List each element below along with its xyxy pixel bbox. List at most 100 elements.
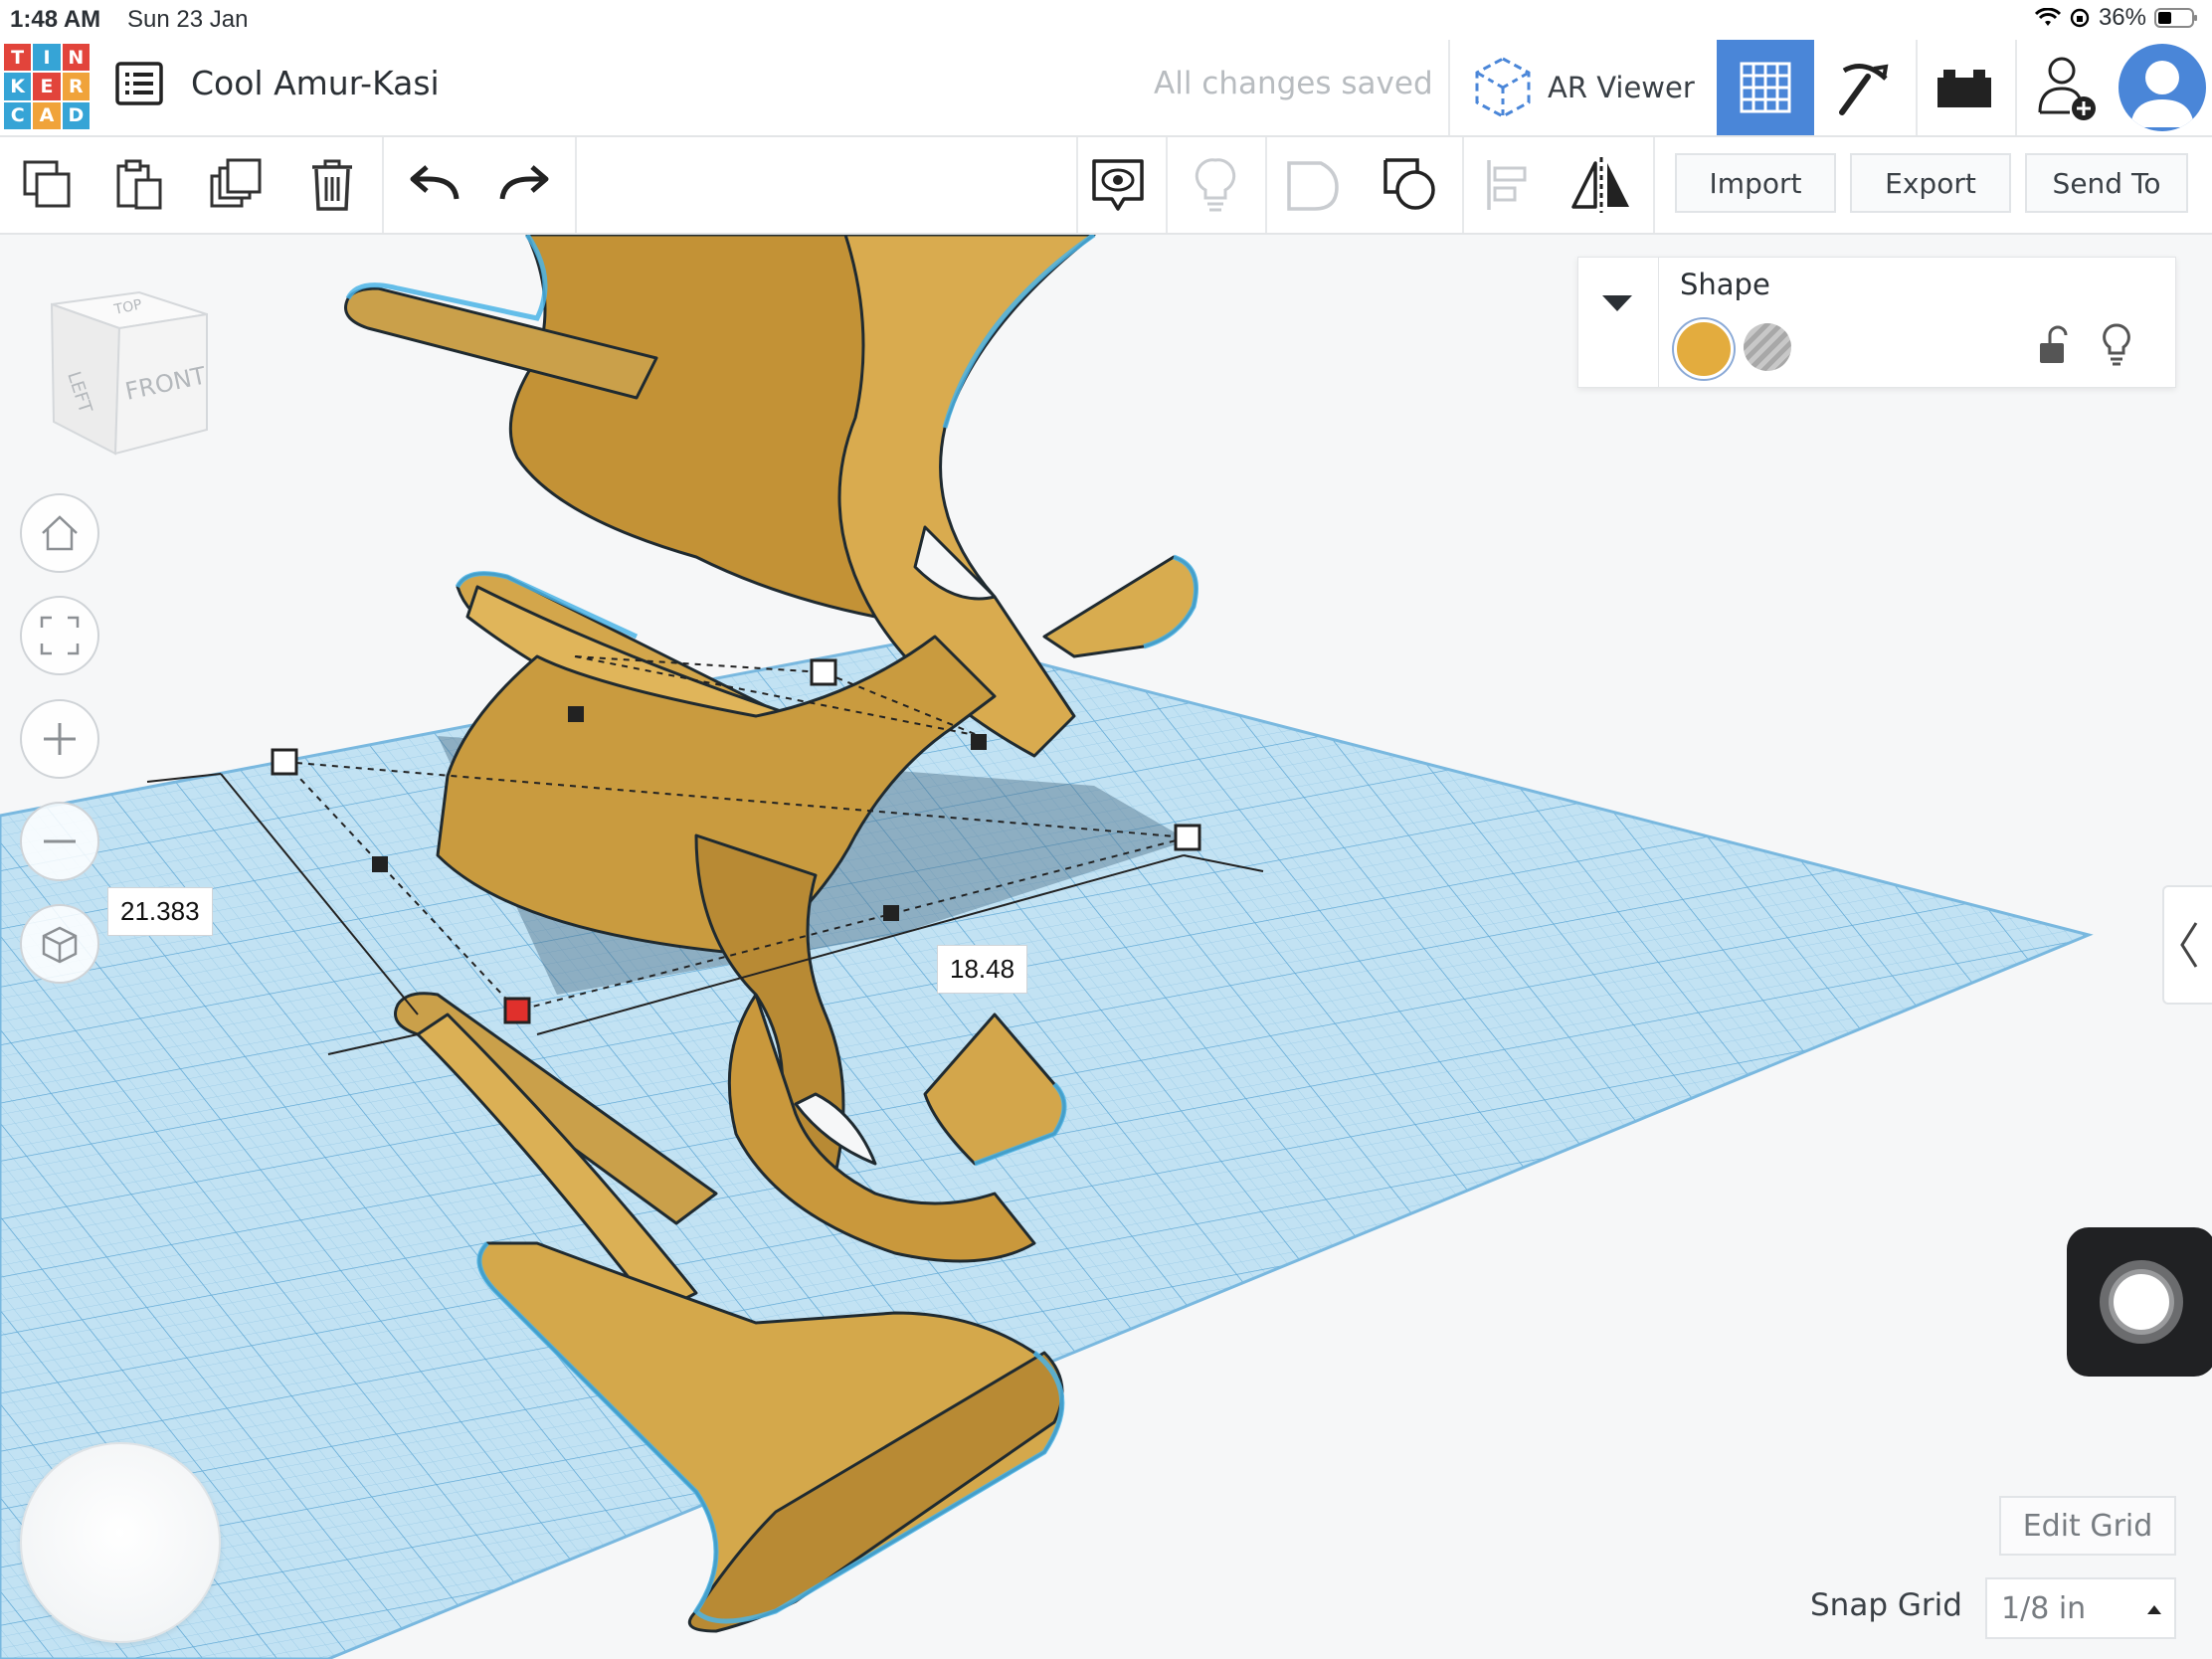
ungroup-button[interactable] xyxy=(1373,147,1448,223)
resize-handle-corner[interactable] xyxy=(810,658,837,686)
invite-user-button[interactable] xyxy=(2017,40,2115,135)
logo-letter: K xyxy=(4,73,32,100)
resize-handle-edge[interactable] xyxy=(372,856,388,872)
resize-handle-edge[interactable] xyxy=(883,905,899,921)
panel-divider xyxy=(1658,258,1659,387)
logo-letter: A xyxy=(33,101,61,129)
duplicate-icon xyxy=(210,158,262,208)
design-title[interactable]: Cool Amur-Kasi xyxy=(191,64,440,102)
shape-panel-title: Shape xyxy=(1680,268,1770,301)
zoom-in-icon xyxy=(44,723,76,755)
resize-handle-corner[interactable] xyxy=(1174,824,1201,851)
3d-workplane-viewport[interactable] xyxy=(0,235,2212,1659)
copy-button[interactable] xyxy=(10,147,86,223)
navigation-joystick[interactable] xyxy=(20,1442,221,1643)
blocks-button[interactable] xyxy=(1816,40,1914,135)
toolbar-divider xyxy=(1166,137,1168,233)
avatar-icon xyxy=(2130,61,2194,127)
home-icon xyxy=(42,515,78,551)
logo-letter: N xyxy=(62,44,90,72)
grid-3d-icon xyxy=(1740,62,1791,113)
triangle-down-icon xyxy=(1602,295,1632,311)
undo-button[interactable] xyxy=(396,147,471,223)
collapse-panel-button[interactable] xyxy=(1600,293,1634,317)
import-button[interactable]: Import xyxy=(1675,153,1836,213)
status-indicators: 36% xyxy=(2034,4,2198,32)
assistive-touch-button[interactable] xyxy=(2067,1227,2212,1377)
logo-letter: I xyxy=(33,44,61,72)
group-button[interactable] xyxy=(1275,147,1351,223)
snap-grid-select[interactable]: 1/8 in xyxy=(1985,1577,2176,1639)
view-cube[interactable]: TOP LEFT FRONT xyxy=(40,284,219,463)
redo-button[interactable] xyxy=(487,147,563,223)
lock-button[interactable] xyxy=(2038,325,2068,369)
paste-button[interactable] xyxy=(101,147,177,223)
assistive-touch-icon xyxy=(2100,1260,2183,1344)
shape-inspector-panel: Shape xyxy=(1577,257,2176,388)
fit-view-icon xyxy=(40,616,80,655)
notes-button[interactable] xyxy=(1080,147,1156,223)
resize-handle-selected[interactable] xyxy=(503,997,531,1024)
tinkercad-logo[interactable]: TIN KER CAD xyxy=(4,44,90,129)
copy-icon xyxy=(23,160,71,208)
redo-icon xyxy=(499,165,549,200)
zoom-out-button[interactable] xyxy=(20,802,99,881)
logo-letter: C xyxy=(4,101,32,129)
design-list-icon xyxy=(115,62,163,105)
3d-design-view-button[interactable] xyxy=(1717,40,1814,135)
header-divider xyxy=(1448,40,1450,135)
home-view-button[interactable] xyxy=(20,493,99,573)
dimension-width-label[interactable]: 21.383 xyxy=(107,887,213,936)
logo-letter: E xyxy=(33,73,61,100)
status-bar: 1:48 AM Sun 23 Jan 36% xyxy=(0,0,2212,40)
group-icon xyxy=(1287,161,1339,211)
design-list-button[interactable] xyxy=(115,62,163,105)
toolbar-divider xyxy=(1076,137,1078,233)
ar-viewer-button[interactable]: AR Viewer xyxy=(1472,56,1711,119)
save-status: All changes saved xyxy=(1154,66,1433,101)
unlock-icon xyxy=(2040,325,2068,363)
snap-grid-label: Snap Grid xyxy=(1810,1587,1962,1623)
dimension-depth-label[interactable]: 18.48 xyxy=(937,945,1028,994)
send-to-button[interactable]: Send To xyxy=(2025,153,2188,213)
light-bulb-icon xyxy=(2103,323,2130,366)
toolbar-divider xyxy=(575,137,577,233)
resize-handle-edge[interactable] xyxy=(568,706,584,722)
expand-side-panel-handle[interactable] xyxy=(2162,885,2212,1005)
logo-letter: T xyxy=(4,44,32,72)
visibility-button[interactable] xyxy=(2102,323,2131,371)
ortho-view-button[interactable] xyxy=(20,904,99,984)
hole-button[interactable] xyxy=(1744,323,1791,371)
zoom-in-button[interactable] xyxy=(20,699,99,779)
mirror-button[interactable] xyxy=(1564,147,1639,223)
duplicate-button[interactable] xyxy=(199,147,275,223)
resize-handle-corner[interactable] xyxy=(271,748,298,776)
solid-color-button[interactable] xyxy=(1674,319,1734,379)
toolbar-divider xyxy=(1653,137,1655,233)
ungroup-icon xyxy=(1383,158,1435,210)
ar-cube-icon xyxy=(1475,57,1531,118)
battery-percent: 36% xyxy=(2098,4,2146,31)
resize-handle-edge[interactable] xyxy=(971,734,987,750)
align-button[interactable] xyxy=(1470,147,1546,223)
light-bulb-button[interactable] xyxy=(1178,147,1253,223)
light-bulb-icon xyxy=(1195,158,1236,212)
battery-icon xyxy=(2154,8,2197,28)
profile-avatar[interactable] xyxy=(2119,44,2206,131)
edit-grid-button[interactable]: Edit Grid xyxy=(1999,1496,2176,1556)
ortho-cube-icon xyxy=(42,926,78,964)
fit-view-button[interactable] xyxy=(20,596,99,675)
bricks-button[interactable] xyxy=(1916,40,2013,135)
bricks-icon xyxy=(1937,70,1991,107)
status-date: Sun 23 Jan xyxy=(127,6,249,33)
wifi-icon xyxy=(2034,8,2061,26)
toolbar-divider xyxy=(1462,137,1464,233)
align-icon xyxy=(1487,160,1527,210)
dropdown-arrow-icon xyxy=(2147,1605,2161,1614)
paste-icon xyxy=(116,159,162,210)
zoom-out-icon xyxy=(44,839,76,843)
delete-button[interactable] xyxy=(294,147,370,223)
toolbar-divider xyxy=(382,137,384,233)
logo-letter: R xyxy=(62,73,90,100)
export-button[interactable]: Export xyxy=(1850,153,2011,213)
